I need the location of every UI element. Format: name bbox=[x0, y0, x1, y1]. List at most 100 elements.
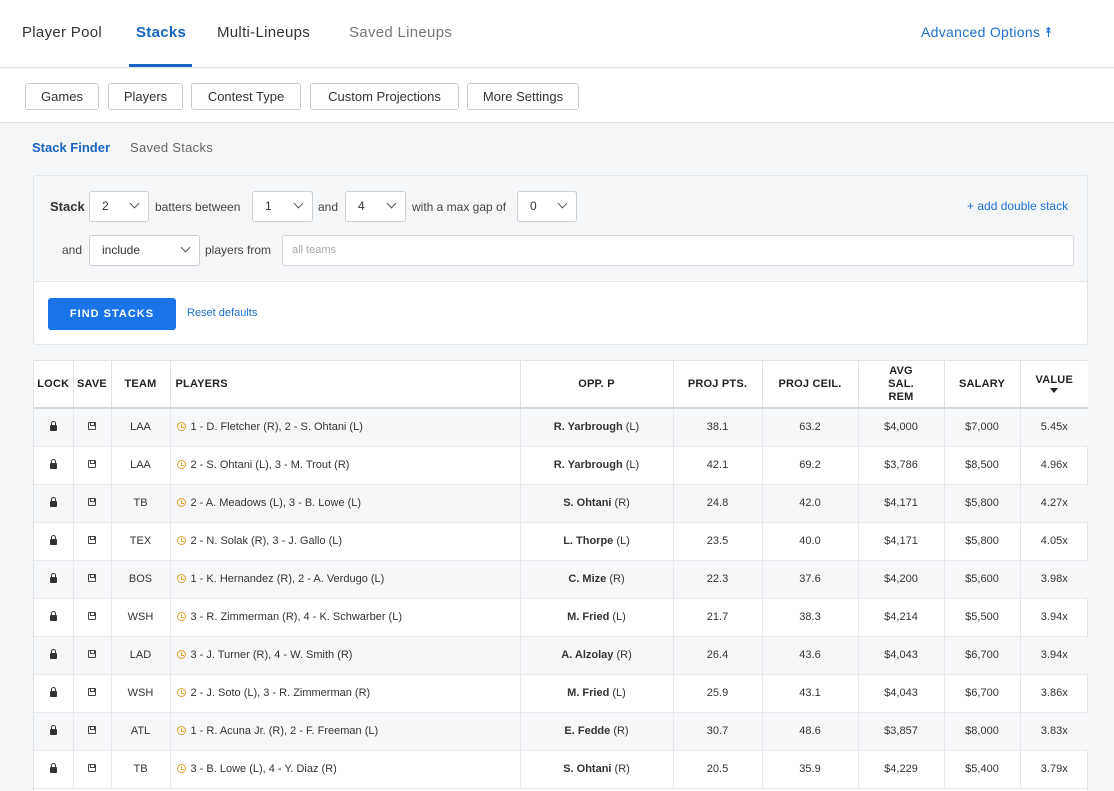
save-cell[interactable] bbox=[73, 636, 112, 675]
table-row[interactable]: LAD 3 - J. Turner (R), 4 - W. Smith (R) A.… bbox=[34, 636, 1088, 675]
teams-input[interactable]: all teams bbox=[282, 235, 1074, 266]
save-cell[interactable] bbox=[73, 712, 112, 751]
lock-icon[interactable] bbox=[49, 687, 57, 697]
col-lock[interactable]: LOCK bbox=[34, 361, 74, 409]
tab-multi-lineups[interactable]: Multi-Lineups bbox=[217, 24, 310, 41]
lock-icon[interactable] bbox=[49, 497, 57, 507]
lock-icon[interactable] bbox=[49, 573, 57, 583]
lock-icon[interactable] bbox=[49, 763, 57, 773]
avg-sal-rem-cell: $4,214 bbox=[858, 598, 945, 637]
lock-icon[interactable] bbox=[49, 649, 57, 659]
custom-projections-button[interactable]: Custom Projections bbox=[310, 83, 459, 110]
players-text: 2 - S. Ohtani (L), 3 - M. Trout (R) bbox=[190, 459, 350, 471]
order-from-select[interactable]: 1 bbox=[252, 191, 313, 222]
lock-cell[interactable] bbox=[34, 674, 74, 713]
save-cell[interactable] bbox=[73, 408, 112, 447]
table-row[interactable]: TEX 2 - N. Solak (R), 3 - J. Gallo (L) L. … bbox=[34, 522, 1088, 561]
salary-cell: $5,800 bbox=[944, 522, 1021, 561]
reset-defaults-link[interactable]: Reset defaults bbox=[187, 307, 257, 319]
save-icon[interactable] bbox=[88, 650, 96, 658]
value-cell: 3.83x bbox=[1020, 712, 1088, 751]
lock-cell[interactable] bbox=[34, 522, 74, 561]
save-icon[interactable] bbox=[88, 498, 96, 506]
team-cell: LAA bbox=[111, 446, 171, 485]
avg-sal-rem-cell: $4,000 bbox=[858, 408, 945, 447]
clock-icon bbox=[176, 650, 186, 659]
table-row[interactable]: TB 2 - A. Meadows (L), 3 - B. Lowe (L) S. … bbox=[34, 484, 1088, 523]
lock-cell[interactable] bbox=[34, 712, 74, 751]
lock-icon[interactable] bbox=[49, 421, 57, 432]
save-icon[interactable] bbox=[88, 688, 96, 696]
lock-icon[interactable] bbox=[49, 535, 57, 545]
lock-cell[interactable] bbox=[34, 560, 74, 599]
max-gap-select[interactable]: 0 bbox=[517, 191, 577, 222]
col-proj-pts[interactable]: PROJ PTS. bbox=[673, 361, 763, 409]
lock-cell[interactable] bbox=[34, 636, 74, 675]
table-row[interactable]: BOS 1 - K. Hernandez (R), 2 - A. Verdugo … bbox=[34, 560, 1088, 599]
opp-pitcher-hand: (R) bbox=[613, 725, 629, 737]
lock-icon[interactable] bbox=[49, 459, 57, 469]
players-cell: 2 - N. Solak (R), 3 - J. Gallo (L) bbox=[170, 522, 521, 561]
include-mode-select[interactable]: include bbox=[89, 235, 200, 266]
save-cell[interactable] bbox=[73, 446, 112, 485]
opp-pitcher-cell: S. Ohtani (R) bbox=[520, 750, 674, 789]
save-icon[interactable] bbox=[88, 764, 96, 772]
save-cell[interactable] bbox=[73, 522, 112, 561]
table-row[interactable]: WSH 2 - J. Soto (L), 3 - R. Zimmerman (R)… bbox=[34, 674, 1088, 713]
add-double-stack-link[interactable]: + add double stack bbox=[967, 199, 1068, 213]
lock-cell[interactable] bbox=[34, 598, 74, 637]
include-mode-value: include bbox=[102, 243, 141, 257]
save-cell[interactable] bbox=[73, 750, 112, 789]
tab-saved-lineups[interactable]: Saved Lineups bbox=[349, 24, 452, 41]
save-icon[interactable] bbox=[88, 726, 96, 734]
save-icon[interactable] bbox=[88, 574, 96, 582]
team-cell: LAA bbox=[111, 408, 171, 447]
table-row[interactable]: TB 3 - B. Lowe (L), 4 - Y. Diaz (R) S. Oht… bbox=[34, 750, 1088, 789]
chevron-down-icon bbox=[129, 198, 140, 209]
find-stacks-button[interactable]: FIND STACKS bbox=[48, 298, 176, 330]
table-row[interactable]: ATL 1 - R. Acuna Jr. (R), 2 - F. Freeman … bbox=[34, 712, 1088, 751]
col-opp-p[interactable]: OPP. P bbox=[520, 361, 674, 409]
save-cell[interactable] bbox=[73, 674, 112, 713]
subtab-saved-stacks[interactable]: Saved Stacks bbox=[130, 140, 213, 155]
tab-player-pool[interactable]: Player Pool bbox=[22, 24, 102, 41]
save-cell[interactable] bbox=[73, 484, 112, 523]
more-settings-button[interactable]: More Settings bbox=[467, 83, 579, 110]
players-text: 3 - B. Lowe (L), 4 - Y. Diaz (R) bbox=[190, 763, 337, 775]
stack-count-select[interactable]: 2 bbox=[89, 191, 149, 222]
table-row[interactable]: LAA 2 - S. Ohtani (L), 3 - M. Trout (R) R.… bbox=[34, 446, 1088, 485]
col-avg-sal-rem[interactable]: AVG SAL. REM bbox=[858, 361, 945, 409]
order-to-select[interactable]: 4 bbox=[345, 191, 406, 222]
players-cell: 3 - J. Turner (R), 4 - W. Smith (R) bbox=[170, 636, 521, 675]
save-cell[interactable] bbox=[73, 560, 112, 599]
lock-cell[interactable] bbox=[34, 446, 74, 485]
lock-icon[interactable] bbox=[49, 611, 57, 621]
col-value[interactable]: VALUE bbox=[1020, 361, 1088, 409]
players-button[interactable]: Players bbox=[108, 83, 183, 110]
lock-cell[interactable] bbox=[34, 750, 74, 789]
save-icon[interactable] bbox=[88, 422, 96, 431]
tab-stacks[interactable]: Stacks bbox=[136, 24, 186, 41]
lock-icon[interactable] bbox=[49, 725, 57, 735]
save-cell[interactable] bbox=[73, 598, 112, 637]
table-row[interactable]: LAA 1 - D. Fletcher (R), 2 - S. Ohtani (L… bbox=[34, 408, 1088, 447]
advanced-options-link[interactable]: Advanced Options ⯭ bbox=[921, 24, 1053, 41]
col-save[interactable]: SAVE bbox=[73, 361, 112, 409]
players-text: 2 - J. Soto (L), 3 - R. Zimmerman (R) bbox=[190, 687, 371, 699]
save-icon[interactable] bbox=[88, 612, 96, 620]
col-players[interactable]: PLAYERS bbox=[170, 361, 521, 409]
col-team[interactable]: TEAM bbox=[111, 361, 171, 409]
save-icon[interactable] bbox=[88, 536, 96, 544]
settings-bar: Games Players Contest Type Custom Projec… bbox=[0, 69, 1114, 123]
opp-pitcher-name: R. Yarbrough bbox=[553, 421, 623, 434]
col-salary[interactable]: SALARY bbox=[944, 361, 1021, 409]
subtab-stack-finder[interactable]: Stack Finder bbox=[32, 140, 110, 155]
save-icon[interactable] bbox=[88, 460, 96, 468]
col-proj-ceil[interactable]: PROJ CEIL. bbox=[762, 361, 859, 409]
lock-cell[interactable] bbox=[34, 484, 74, 523]
table-row[interactable]: WSH 3 - R. Zimmerman (R), 4 - K. Schwarbe… bbox=[34, 598, 1088, 637]
value-cell: 3.94x bbox=[1020, 636, 1088, 675]
contest-type-button[interactable]: Contest Type bbox=[191, 83, 301, 110]
games-button[interactable]: Games bbox=[25, 83, 99, 110]
lock-cell[interactable] bbox=[34, 408, 74, 447]
